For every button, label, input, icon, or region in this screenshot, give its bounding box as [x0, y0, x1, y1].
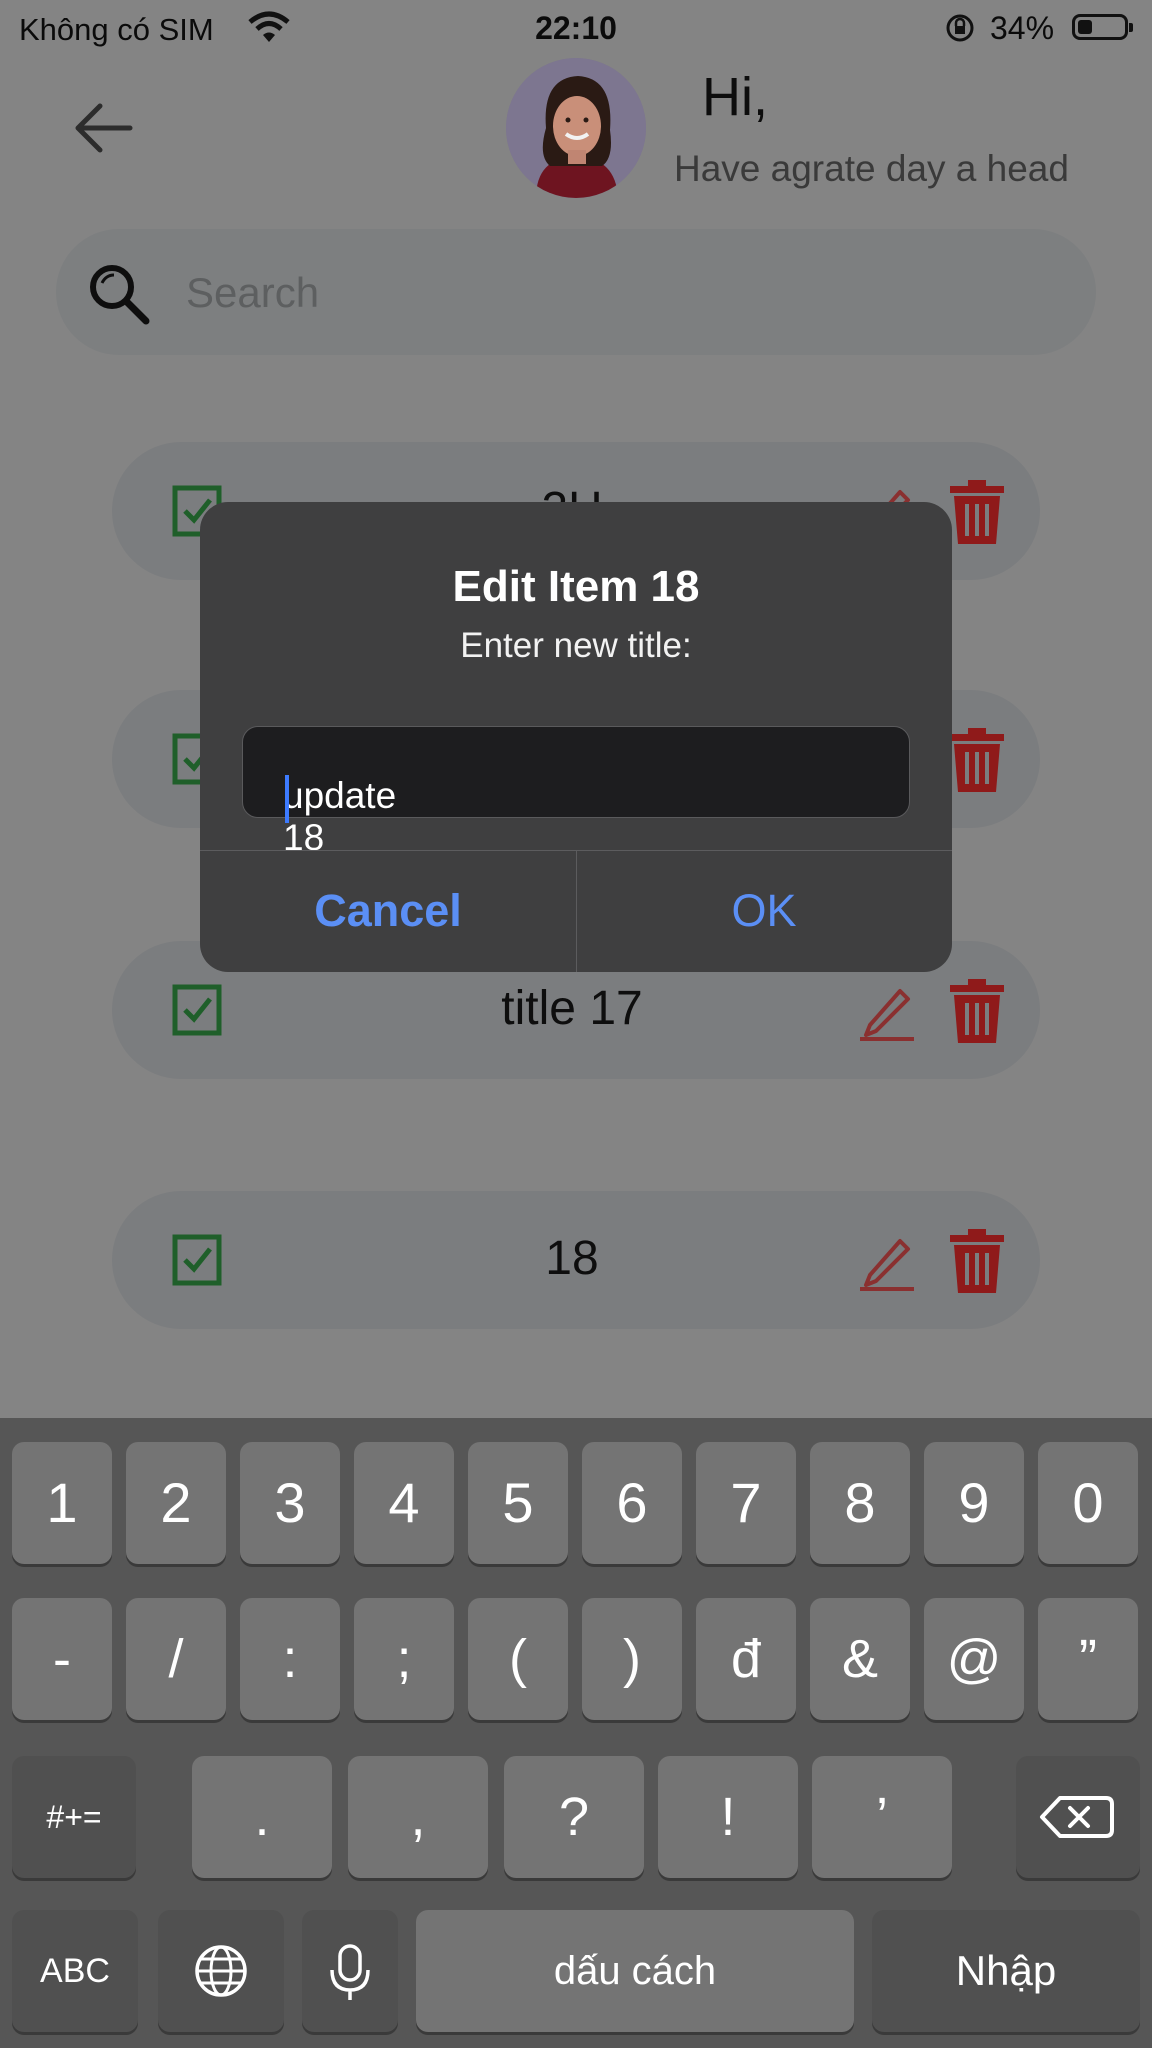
dialog-title: Edit Item 18: [452, 562, 700, 611]
backspace-icon: [1040, 1796, 1114, 1838]
list-item[interactable]: 18: [112, 1191, 1040, 1329]
status-bar: Không có SIM 22:10 34%: [0, 0, 1152, 58]
key[interactable]: 9: [924, 1442, 1024, 1564]
key-backspace[interactable]: [1016, 1756, 1140, 1878]
search-icon: [90, 265, 150, 325]
key[interactable]: 7: [696, 1442, 796, 1564]
title-input[interactable]: update 18: [242, 726, 910, 858]
key[interactable]: &: [810, 1598, 910, 1720]
key-label: .: [254, 1787, 270, 1847]
battery-percent: 34%: [990, 10, 1055, 46]
key[interactable]: 2: [126, 1442, 226, 1564]
clock: 22:10: [535, 10, 617, 46]
key[interactable]: 5: [468, 1442, 568, 1564]
avatar[interactable]: [506, 58, 646, 198]
key-label: @: [946, 1629, 1002, 1689]
key-label: /: [168, 1629, 184, 1689]
key[interactable]: ;: [354, 1598, 454, 1720]
keyboard: 1 2 3 4 5 6 7 8 9 0 - /:; () đ & @ ” .,?! ’ #+= ABC dấu …: [0, 1418, 1152, 2048]
key-label: ”: [1079, 1629, 1097, 1689]
key-label: 8: [844, 1471, 876, 1534]
key-label: 5: [502, 1471, 534, 1534]
microphone-icon: [330, 1944, 370, 2000]
key-label: 7: [730, 1471, 762, 1534]
key-label: 6: [616, 1471, 648, 1534]
edit-pencil-icon[interactable]: [856, 979, 918, 1041]
key-dictation[interactable]: [302, 1910, 398, 2032]
key[interactable]: .: [192, 1756, 332, 1878]
item-title: title 17: [501, 982, 643, 1035]
key[interactable]: :: [240, 1598, 340, 1720]
key-label: 4: [388, 1471, 420, 1534]
cancel-button[interactable]: Cancel: [200, 850, 576, 972]
key-label: 0: [1072, 1471, 1104, 1534]
back-arrow-icon[interactable]: [72, 100, 134, 156]
key[interactable]: 0: [1038, 1442, 1138, 1564]
key[interactable]: ,: [348, 1756, 488, 1878]
search-bar[interactable]: [56, 229, 1096, 355]
key-label: -: [53, 1629, 71, 1689]
trash-icon[interactable]: [948, 476, 1006, 546]
text-caret: [285, 775, 289, 823]
key[interactable]: 3: [240, 1442, 340, 1564]
trash-icon[interactable]: [948, 1225, 1006, 1295]
item-title: 18: [545, 1232, 599, 1285]
key-label: !: [720, 1787, 736, 1847]
key-label: 2: [160, 1471, 192, 1534]
checkbox-checked-icon[interactable]: [172, 1231, 222, 1287]
battery-icon: [1072, 14, 1133, 40]
ok-button[interactable]: OK: [576, 850, 952, 972]
checkbox-checked-icon[interactable]: [172, 981, 222, 1037]
key-label: đ: [730, 1629, 762, 1689]
title-input-value: update 18: [283, 775, 397, 858]
rotation-lock-icon: [946, 14, 974, 42]
key[interactable]: @: [924, 1598, 1024, 1720]
search-input[interactable]: [184, 259, 1048, 327]
key[interactable]: -: [12, 1598, 112, 1720]
key-label: ?: [558, 1787, 590, 1847]
key-label: (: [509, 1629, 527, 1689]
edit-item-dialog: Edit Item 18 Enter new title: update 18 …: [200, 502, 952, 972]
greeting-text: Hi,: [702, 67, 768, 127]
key[interactable]: ?: [504, 1756, 644, 1878]
key[interactable]: !: [658, 1756, 798, 1878]
key[interactable]: (: [468, 1598, 568, 1720]
key-symbols-toggle[interactable]: #+=: [12, 1756, 136, 1878]
key[interactable]: /: [126, 1598, 226, 1720]
key-label: 9: [958, 1471, 990, 1534]
key-label: ,: [410, 1787, 426, 1847]
key-label: ’: [876, 1787, 888, 1847]
key[interactable]: 4: [354, 1442, 454, 1564]
key[interactable]: 8: [810, 1442, 910, 1564]
avatar-portrait-image: [506, 58, 646, 198]
key-abc[interactable]: ABC: [12, 1910, 138, 2032]
key-space[interactable]: dấu cách: [416, 1910, 854, 2032]
key-label: ;: [396, 1629, 412, 1689]
key[interactable]: 1: [12, 1442, 112, 1564]
key-globe[interactable]: [158, 1910, 284, 2032]
key-label: :: [282, 1629, 298, 1689]
dialog-message: Enter new title:: [460, 626, 692, 665]
key-label: 3: [274, 1471, 306, 1534]
trash-icon[interactable]: [948, 724, 1006, 794]
edit-pencil-icon[interactable]: [856, 1229, 918, 1291]
key-return[interactable]: Nhập: [872, 1910, 1140, 2032]
key[interactable]: ”: [1038, 1598, 1138, 1720]
greeting-subtitle: Have agrate day a head: [674, 148, 1069, 189]
key-label: ): [623, 1629, 641, 1689]
key[interactable]: 6: [582, 1442, 682, 1564]
globe-icon: [195, 1945, 247, 1997]
key[interactable]: ): [582, 1598, 682, 1720]
key-label: 1: [46, 1471, 78, 1534]
trash-icon[interactable]: [948, 975, 1006, 1045]
key-label: &: [841, 1629, 879, 1689]
key[interactable]: đ: [696, 1598, 796, 1720]
key[interactable]: ’: [812, 1756, 952, 1878]
